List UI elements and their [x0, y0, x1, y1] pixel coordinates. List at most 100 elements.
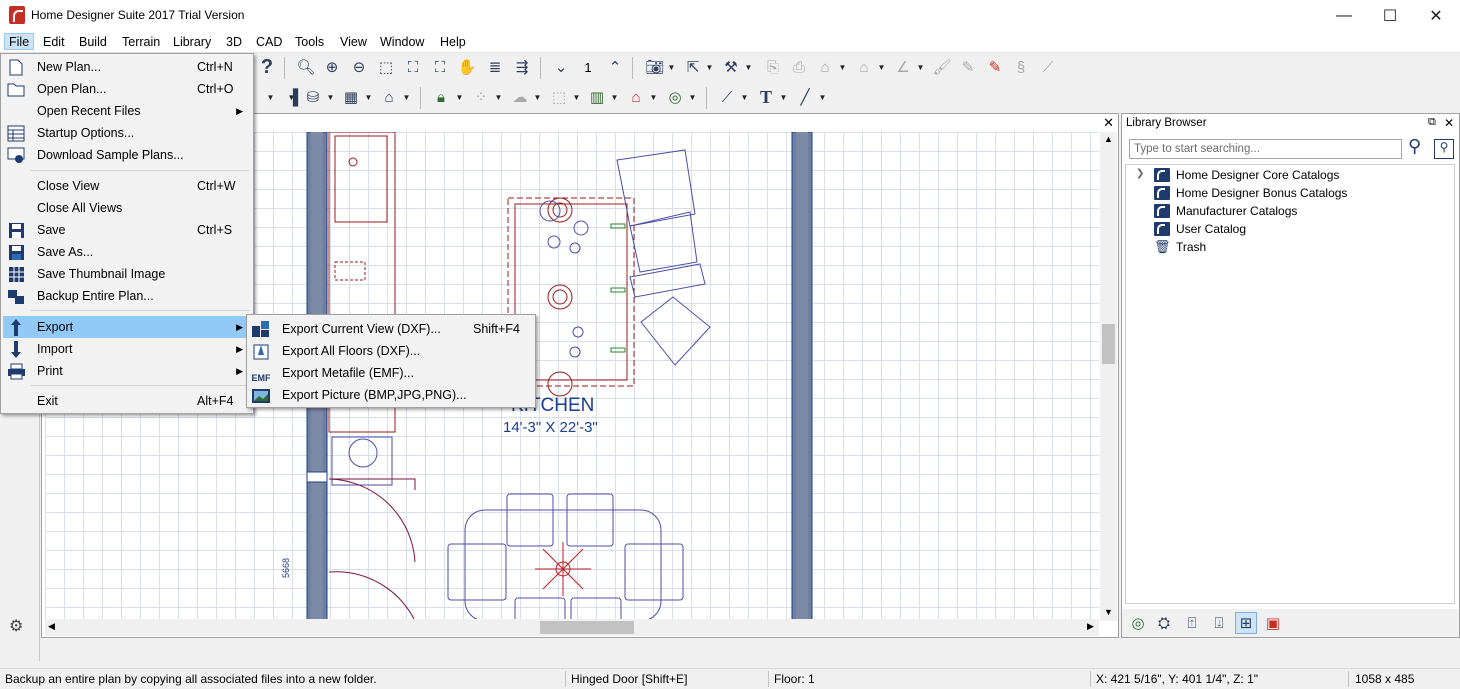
menu-terrain[interactable]: Terrain: [117, 34, 165, 51]
wall-dropdown-icon[interactable]: ▼: [266, 86, 275, 108]
menu-window[interactable]: Window: [375, 34, 429, 51]
menu-tools[interactable]: Tools: [290, 34, 329, 51]
library-search-input[interactable]: Type to start searching...: [1129, 139, 1402, 159]
shape-dropdown-icon[interactable]: ▼: [572, 86, 581, 108]
plan-vertical-scrollbar[interactable]: ▲ ▼: [1100, 132, 1117, 621]
menu-library[interactable]: Library: [168, 34, 216, 51]
menu-item-close-view[interactable]: Close View Ctrl+W: [3, 175, 251, 197]
zoom-icon[interactable]: 🔍︎: [295, 56, 317, 78]
menu-item-backup-plan[interactable]: Backup Entire Plan...: [3, 285, 251, 307]
menu-item-new-plan[interactable]: New Plan... Ctrl+N: [3, 56, 251, 78]
menu-item-save[interactable]: Save Ctrl+S: [3, 219, 251, 241]
menu-item-startup-options[interactable]: Startup Options...: [3, 122, 251, 144]
angle-icon[interactable]: ∠: [892, 56, 914, 78]
fill-all-icon[interactable]: ⛶: [429, 56, 451, 78]
house-icon[interactable]: ⌂: [853, 56, 875, 78]
select-dropdown-icon[interactable]: ▼: [705, 56, 714, 78]
minimize-button[interactable]: —: [1321, 0, 1367, 31]
menu-item-export-metafile-emf[interactable]: EMF Export Metafile (EMF)...: [249, 362, 533, 384]
paint-icon[interactable]: 🖌︎: [931, 56, 953, 78]
library-item-core[interactable]: ❯ Home Designer Core Catalogs: [1136, 166, 1339, 184]
library-close-icon[interactable]: ✕: [1444, 116, 1454, 130]
copy-icon[interactable]: ⎘: [762, 56, 784, 78]
close-button[interactable]: ✕: [1413, 0, 1459, 31]
menu-cad[interactable]: CAD: [251, 34, 287, 51]
menu-3d[interactable]: 3D: [221, 34, 247, 51]
cabinet-dropdown-icon[interactable]: ▼: [364, 86, 373, 108]
library-preview-icon[interactable]: ▣: [1262, 612, 1284, 634]
library-view-icon[interactable]: ⊞: [1235, 612, 1257, 634]
camera-icon[interactable]: 📷︎: [644, 56, 666, 78]
text-dropdown-icon[interactable]: ▼: [779, 86, 788, 108]
fill-window-icon[interactable]: ⛶: [402, 56, 424, 78]
menu-file[interactable]: File: [4, 33, 35, 50]
plan-close-icon[interactable]: ✕: [1103, 115, 1114, 131]
edit-handles-icon[interactable]: ⚒: [720, 56, 742, 78]
menu-item-import[interactable]: Import ▶: [3, 338, 251, 360]
dimension-dropdown-icon[interactable]: ▼: [740, 86, 749, 108]
scroll-down-icon[interactable]: ▼: [1104, 607, 1113, 617]
settings-gear-icon[interactable]: ⚙: [9, 616, 23, 636]
expand-arrow-icon[interactable]: ❯: [1136, 168, 1144, 179]
library-item-manufacturer[interactable]: Manufacturer Catalogs: [1136, 202, 1297, 220]
roof-dropdown-icon[interactable]: ▼: [838, 56, 847, 78]
menu-item-save-as[interactable]: Save As...: [3, 241, 251, 263]
roof-icon[interactable]: ⌂: [814, 56, 836, 78]
text-tool-icon[interactable]: T: [755, 86, 777, 108]
points-dropdown-icon[interactable]: ▼: [494, 86, 503, 108]
menu-item-download-samples[interactable]: Download Sample Plans...: [3, 144, 251, 166]
vertical-scroll-thumb[interactable]: [1102, 324, 1115, 364]
menu-build[interactable]: Build: [74, 34, 112, 51]
cabinet-icon[interactable]: ▦: [340, 86, 362, 108]
layers-icon[interactable]: ≣: [484, 56, 506, 78]
menu-item-print[interactable]: Print ▶: [3, 360, 251, 382]
camera-dropdown-icon[interactable]: ▼: [667, 56, 676, 78]
library-item-bonus[interactable]: Home Designer Bonus Catalogs: [1136, 184, 1347, 202]
edit-dropdown-icon[interactable]: ▼: [744, 56, 753, 78]
print-preview-icon[interactable]: ⎙: [788, 56, 810, 78]
undo-zoom-icon[interactable]: ⬚: [375, 56, 397, 78]
terrain-icon[interactable]: ☁: [509, 86, 531, 108]
dimension-icon[interactable]: ⟋: [716, 86, 738, 108]
eyedropper-icon[interactable]: ✎: [957, 56, 979, 78]
stairs-dropdown-icon[interactable]: ▼: [326, 86, 335, 108]
help-icon[interactable]: ?: [256, 56, 278, 78]
menu-help[interactable]: Help: [435, 34, 471, 51]
zoom-out-icon[interactable]: ⊖: [348, 56, 370, 78]
menu-item-export-picture[interactable]: Export Picture (BMP,JPG,PNG)...: [249, 384, 533, 406]
menu-item-exit[interactable]: Exit Alt+F4: [3, 390, 251, 412]
material-eyedropper-icon[interactable]: ✎: [984, 56, 1006, 78]
ruler-icon[interactable]: ⟋: [1037, 56, 1059, 78]
advanced-search-icon[interactable]: ⚲: [1434, 139, 1454, 159]
house-dropdown-icon[interactable]: ▼: [877, 56, 886, 78]
library-item-user[interactable]: User Catalog: [1136, 220, 1246, 238]
terrain-dropdown-icon[interactable]: ▼: [533, 86, 542, 108]
zoom-in-icon[interactable]: ⊕: [321, 56, 343, 78]
roof-tool-dropdown-icon[interactable]: ▼: [649, 86, 658, 108]
plan-horizontal-scrollbar[interactable]: ◀ ▶: [45, 619, 1099, 636]
search-icon[interactable]: ⚲: [1408, 136, 1421, 157]
floor-up-icon[interactable]: ⌃: [604, 56, 626, 78]
menu-item-open-plan[interactable]: Open Plan... Ctrl+O: [3, 78, 251, 100]
library-find-icon[interactable]: ◎: [1127, 612, 1149, 634]
roof-tool-icon[interactable]: ⌂: [625, 86, 647, 108]
line-dropdown-icon[interactable]: ▼: [818, 86, 827, 108]
menu-edit[interactable]: Edit: [38, 34, 70, 51]
wall-tool-dropdown-icon[interactable]: ▼: [287, 86, 296, 108]
fence-dropdown-icon[interactable]: ▼: [610, 86, 619, 108]
fence-icon[interactable]: ▥: [586, 86, 608, 108]
fixture-icon[interactable]: 🔒︎: [430, 86, 452, 108]
window-tool-dropdown-icon[interactable]: ▼: [402, 86, 411, 108]
scroll-left-icon[interactable]: ◀: [48, 621, 55, 632]
menu-item-save-thumbnail[interactable]: Save Thumbnail Image: [3, 263, 251, 285]
fixture-dropdown-icon[interactable]: ▼: [455, 86, 464, 108]
select-objects-icon[interactable]: ⇱: [682, 56, 704, 78]
maximize-button[interactable]: ☐: [1367, 0, 1413, 31]
window-tool-icon[interactable]: ⌂: [378, 86, 400, 108]
points-icon[interactable]: ⁘: [470, 86, 492, 108]
library-search-icon[interactable]: ◎: [664, 86, 686, 108]
scroll-right-icon[interactable]: ▶: [1087, 621, 1094, 632]
stairs-icon[interactable]: ⛁: [302, 86, 324, 108]
library-item-trash[interactable]: 🗑︎ Trash: [1136, 238, 1206, 256]
shape-icon[interactable]: ⬚: [548, 86, 570, 108]
